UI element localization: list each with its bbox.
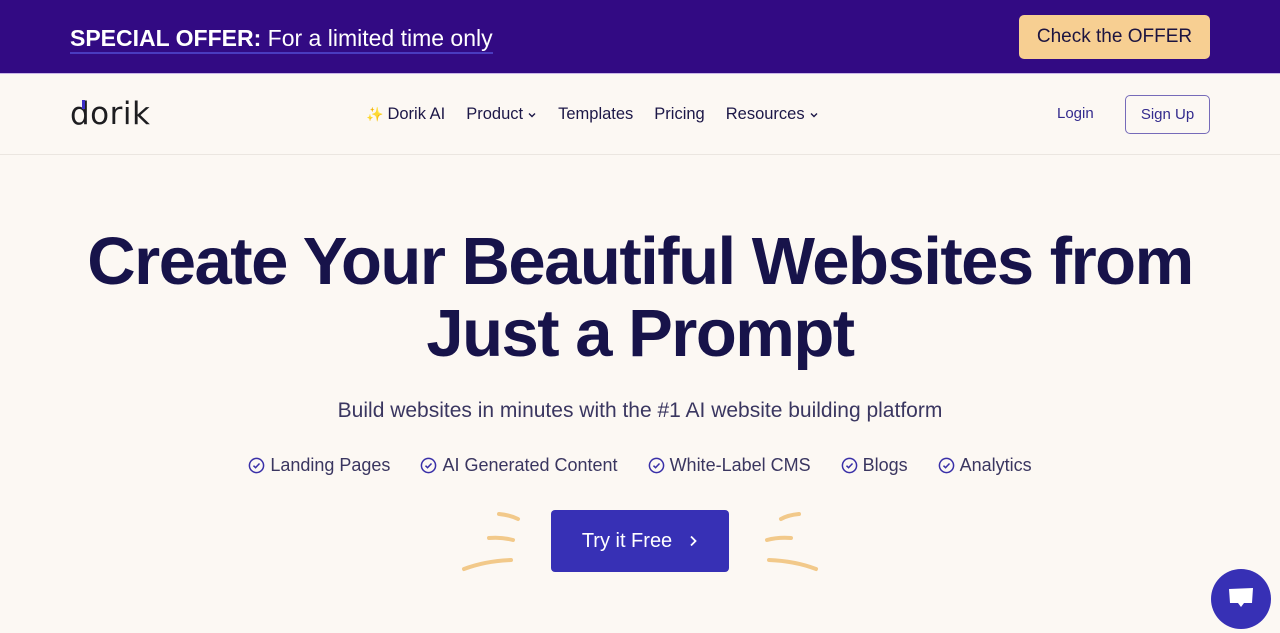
logo-accent-mark — [82, 100, 85, 109]
hero-title-line-2: Just a Prompt — [426, 296, 855, 371]
nav-item-label: Product — [466, 105, 524, 123]
sparkle-icon: ✨ — [366, 106, 384, 122]
nav-item-label: Resources — [725, 105, 805, 123]
nav-item-label: Templates — [558, 105, 634, 123]
nav-item-product[interactable]: Product — [466, 105, 537, 124]
chat-widget-button[interactable] — [1211, 569, 1271, 629]
chat-bubble-icon — [1229, 588, 1253, 607]
chevron-down-icon — [528, 112, 536, 117]
nav-item-pricing[interactable]: Pricing — [654, 105, 704, 124]
check-offer-button[interactable]: Check the OFFER — [1019, 15, 1210, 59]
nav-item-resources[interactable]: Resources — [726, 105, 819, 124]
nav-item-templates[interactable]: Templates — [558, 105, 633, 124]
check-circle-icon — [421, 457, 437, 474]
sign-up-button[interactable]: Sign Up — [1125, 95, 1210, 134]
check-circle-icon — [841, 457, 857, 474]
hero-title: Create Your Beautiful Websites from Just… — [0, 226, 1280, 370]
feature-item: Analytics — [938, 455, 1032, 476]
check-circle-icon — [248, 457, 265, 474]
decorative-lines-right — [765, 512, 818, 571]
nav-links: ✨ Dorik AI Product Templates Pricing Res… — [366, 105, 840, 124]
feature-item: White-Label CMS — [648, 455, 811, 476]
feature-item: Landing Pages — [248, 455, 390, 476]
promo-link[interactable]: SPECIAL OFFER: For a limited time only — [70, 24, 493, 54]
feature-label: Landing Pages — [270, 455, 391, 475]
main-navigation: dorik ✨ Dorik AI Product Templates Prici… — [0, 75, 1280, 155]
feature-label: Blogs — [862, 455, 908, 475]
promo-banner: SPECIAL OFFER: For a limited time only C… — [0, 0, 1280, 74]
check-circle-icon — [938, 457, 954, 474]
try-it-free-button[interactable]: Try it Free — [551, 510, 729, 572]
promo-text: For a limited time only — [261, 25, 493, 51]
check-circle-icon — [648, 457, 664, 474]
hero-title-line-1: Create Your Beautiful Websites from — [87, 224, 1194, 299]
hero-subtitle: Build websites in minutes with the #1 AI… — [337, 399, 943, 422]
feature-label: White-Label CMS — [669, 455, 811, 475]
nav-item-label: Dorik AI — [387, 105, 446, 123]
cta-label: Try it Free — [581, 529, 673, 552]
feature-item: Blogs — [841, 455, 908, 476]
feature-item: AI Generated Content — [420, 455, 618, 476]
chevron-down-icon — [810, 112, 818, 117]
decorative-lines-left — [462, 512, 520, 571]
nav-item-dorik-ai[interactable]: ✨ Dorik AI — [366, 105, 445, 124]
feature-label: Analytics — [959, 455, 1032, 475]
chevron-right-icon — [690, 535, 697, 547]
nav-item-label: Pricing — [654, 105, 705, 123]
promo-bold-label: SPECIAL OFFER: — [70, 25, 262, 51]
dorik-logo[interactable]: dorik — [70, 96, 150, 132]
login-link[interactable]: Login — [1057, 105, 1094, 122]
feature-label: AI Generated Content — [442, 455, 618, 475]
feature-list: Landing Pages AI Generated Content White… — [0, 455, 1280, 476]
